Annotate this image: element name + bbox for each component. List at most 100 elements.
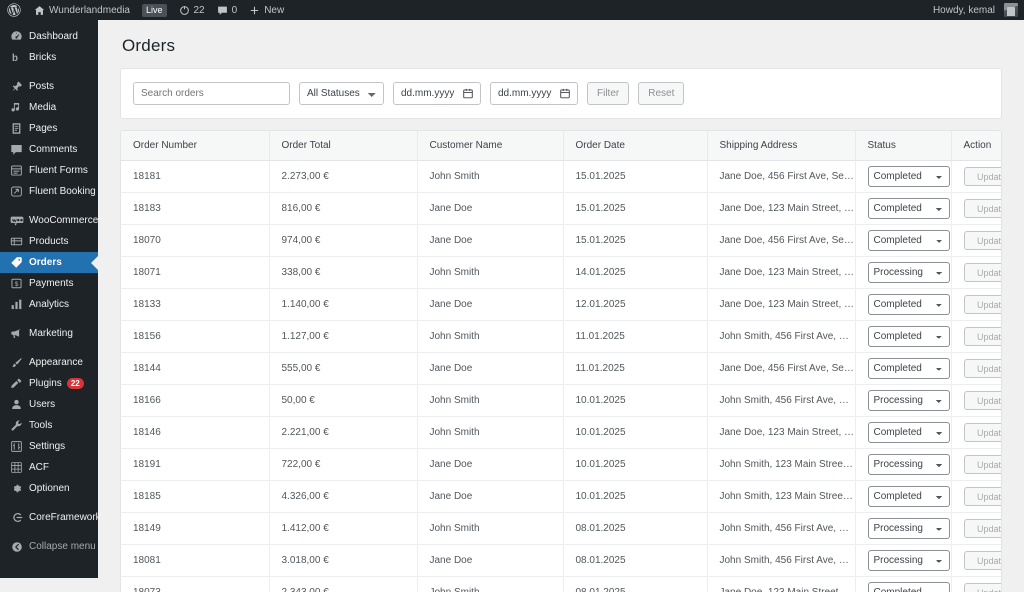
svg-text:$: $ bbox=[15, 281, 19, 288]
date-from-placeholder: dd.mm.yyyy bbox=[401, 88, 455, 99]
update-button[interactable]: Update bbox=[963, 551, 1001, 570]
cell-order-date: 12.01.2025 bbox=[563, 288, 708, 321]
update-button[interactable]: Update bbox=[963, 263, 1001, 282]
cell-order-date: 14.01.2025 bbox=[563, 256, 708, 289]
update-button[interactable]: Update bbox=[963, 167, 1001, 186]
sidebar-item-dashboard[interactable]: Dashboard bbox=[0, 26, 98, 47]
collapse-menu-button[interactable]: Collapse menu bbox=[0, 536, 98, 557]
sidebar-item-fluent-booking[interactable]: Fluent Booking bbox=[0, 181, 98, 202]
update-button[interactable]: Update bbox=[963, 295, 1001, 314]
update-button[interactable]: Update bbox=[963, 327, 1001, 346]
sidebar-item-comments[interactable]: Comments bbox=[0, 139, 98, 160]
status-select[interactable]: CompletedProcessing bbox=[867, 294, 950, 315]
date-to-input[interactable]: dd.mm.yyyy bbox=[490, 82, 578, 105]
filter-button[interactable]: Filter bbox=[587, 82, 630, 105]
cell-shipping-address: Jane Doe, 123 Main Street, Smit... bbox=[707, 416, 856, 449]
cell-customer-name: Jane Doe bbox=[417, 288, 564, 321]
sidebar-item-marketing[interactable]: Marketing bbox=[0, 323, 98, 344]
wordpress-logo-menu[interactable] bbox=[0, 0, 28, 20]
cell-status: CompletedProcessing bbox=[855, 256, 952, 289]
cell-customer-name: John Smith bbox=[417, 160, 564, 193]
sidebar-item-optionen[interactable]: Optionen bbox=[0, 478, 98, 499]
cell-action: Update bbox=[951, 256, 1001, 289]
cell-action: Update bbox=[951, 576, 1001, 592]
sidebar-item-media[interactable]: Media bbox=[0, 97, 98, 118]
cell-customer-name: Jane Doe bbox=[417, 352, 564, 385]
sidebar-item-plugins[interactable]: Plugins 22 bbox=[0, 373, 98, 394]
my-account-menu[interactable]: Howdy, kemal bbox=[927, 0, 1024, 20]
sidebar-item-orders[interactable]: Orders bbox=[0, 252, 98, 273]
page-title: Orders bbox=[122, 36, 176, 55]
table-row: 18191 722,00 € Jane Doe 10.01.2025 John Smit… bbox=[121, 448, 1001, 481]
sidebar-item-settings[interactable]: Settings bbox=[0, 436, 98, 457]
updates-menu[interactable]: 22 bbox=[173, 0, 211, 20]
status-select[interactable]: CompletedProcessing bbox=[867, 166, 950, 187]
status-select[interactable]: CompletedProcessing bbox=[867, 582, 950, 592]
sidebar-item-woocommerce[interactable]: WooCommerce bbox=[0, 210, 98, 231]
search-input[interactable] bbox=[133, 82, 290, 105]
sidebar-item-label: Marketing bbox=[29, 328, 73, 339]
cell-action: Update bbox=[951, 512, 1001, 545]
live-badge-menu[interactable]: Live bbox=[136, 0, 173, 20]
update-button[interactable]: Update bbox=[963, 231, 1001, 250]
update-button[interactable]: Update bbox=[963, 455, 1001, 474]
sidebar-item-label: WooCommerce bbox=[29, 215, 99, 226]
sidebar-item-users[interactable]: Users bbox=[0, 394, 98, 415]
sidebar-item-bricks[interactable]: b Bricks bbox=[0, 47, 98, 68]
update-button[interactable]: Update bbox=[963, 423, 1001, 442]
status-select[interactable]: CompletedProcessing bbox=[867, 326, 950, 347]
status-select[interactable]: CompletedProcessing bbox=[867, 422, 950, 443]
cell-order-number: 18071 bbox=[121, 256, 270, 289]
sidebar-item-appearance[interactable]: Appearance bbox=[0, 352, 98, 373]
status-select[interactable]: CompletedProcessing bbox=[867, 486, 950, 507]
new-content-menu[interactable]: New bbox=[243, 0, 290, 20]
sidebar-item-posts[interactable]: Posts bbox=[0, 76, 98, 97]
sidebar-item-products[interactable]: Products bbox=[0, 231, 98, 252]
reset-button[interactable]: Reset bbox=[638, 82, 685, 105]
cell-order-total: 2.273,00 € bbox=[269, 160, 418, 193]
cell-customer-name: John Smith bbox=[417, 576, 564, 592]
sidebar-item-acf[interactable]: ACF bbox=[0, 457, 98, 478]
table-row: 18149 1.412,00 € John Smith 08.01.2025 John … bbox=[121, 512, 1001, 545]
sidebar-item-payments[interactable]: $ Payments bbox=[0, 273, 98, 294]
status-select[interactable]: CompletedProcessing bbox=[867, 230, 950, 251]
sidebar-item-analytics[interactable]: Analytics bbox=[0, 294, 98, 315]
cell-customer-name: Jane Doe bbox=[417, 480, 564, 513]
updates-count: 22 bbox=[193, 4, 205, 16]
sidebar-item-tools[interactable]: Tools bbox=[0, 415, 98, 436]
status-select[interactable]: CompletedProcessing bbox=[867, 390, 950, 411]
date-from-input[interactable]: dd.mm.yyyy bbox=[393, 82, 481, 105]
cell-customer-name: Jane Doe bbox=[417, 224, 564, 257]
cell-shipping-address: John Smith, 123 Main Street, Smi... bbox=[707, 448, 856, 481]
plus-icon bbox=[249, 5, 260, 16]
dashboard-icon bbox=[9, 29, 24, 44]
status-select[interactable]: CompletedProcessing bbox=[867, 262, 950, 283]
cell-action: Update bbox=[951, 480, 1001, 513]
sidebar-item-coreframework[interactable]: CoreFramework bbox=[0, 507, 101, 528]
update-button[interactable]: Update bbox=[963, 583, 1001, 592]
collapse-arrow-icon bbox=[9, 539, 24, 554]
status-select[interactable]: CompletedProcessing bbox=[867, 518, 950, 539]
cell-status: CompletedProcessing bbox=[855, 288, 952, 321]
cell-order-total: 1.127,00 € bbox=[269, 320, 418, 353]
status-select[interactable]: CompletedProcessing bbox=[867, 550, 950, 571]
sidebar-item-label: Appearance bbox=[29, 357, 83, 368]
status-select[interactable]: CompletedProcessing bbox=[867, 358, 950, 379]
table-row: 18070 974,00 € Jane Doe 15.01.2025 Jane Doe,… bbox=[121, 224, 1001, 257]
update-button[interactable]: Update bbox=[963, 519, 1001, 538]
live-badge: Live bbox=[141, 3, 167, 17]
status-select[interactable]: CompletedProcessing bbox=[867, 454, 950, 475]
update-button[interactable]: Update bbox=[963, 487, 1001, 506]
cell-order-total: 2.221,00 € bbox=[269, 416, 418, 449]
update-button[interactable]: Update bbox=[963, 199, 1001, 218]
coreframework-icon bbox=[9, 510, 24, 525]
status-filter-select[interactable]: All StatusesCompletedProcessing bbox=[299, 82, 384, 105]
sidebar-item-pages[interactable]: Pages bbox=[0, 118, 98, 139]
comments-menu[interactable]: 0 bbox=[211, 0, 244, 20]
sidebar-item-fluent-forms[interactable]: Fluent Forms bbox=[0, 160, 98, 181]
update-button[interactable]: Update bbox=[963, 391, 1001, 410]
site-name-menu[interactable]: Wunderlandmedia bbox=[28, 0, 136, 20]
media-icon bbox=[9, 100, 24, 115]
status-select[interactable]: CompletedProcessing bbox=[867, 198, 950, 219]
update-button[interactable]: Update bbox=[963, 359, 1001, 378]
